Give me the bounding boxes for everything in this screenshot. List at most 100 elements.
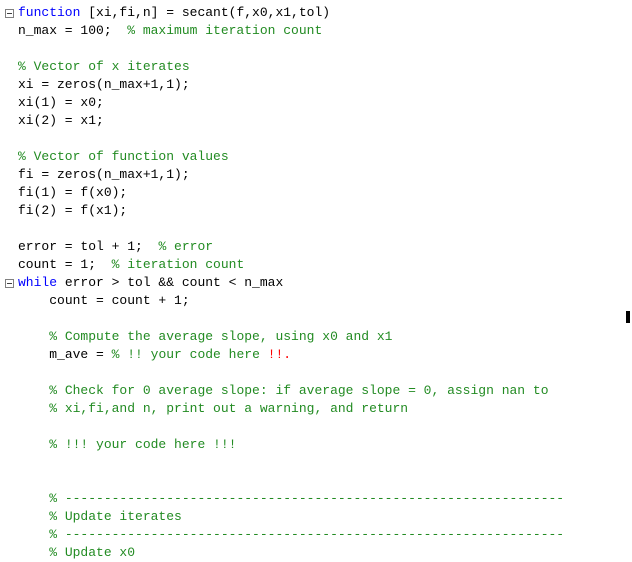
code-line[interactable]: xi = zeros(n_max+1,1);: [0, 76, 632, 94]
code-line[interactable]: [0, 364, 632, 382]
code-content[interactable]: count = count + 1;: [18, 292, 632, 310]
error-token: !!.: [268, 347, 291, 362]
gutter: [0, 184, 18, 202]
code-content[interactable]: fi(2) = f(x1);: [18, 202, 632, 220]
code-content[interactable]: fi(1) = f(x0);: [18, 184, 632, 202]
gutter: [0, 148, 18, 166]
gutter: [0, 112, 18, 130]
comment-token: % Compute the average slope, using x0 an…: [49, 329, 392, 344]
text-token: xi(2) = x1;: [18, 113, 104, 128]
gutter: [0, 418, 18, 436]
text-token: n_max = 100;: [18, 23, 127, 38]
code-line[interactable]: [0, 472, 632, 490]
code-line[interactable]: function [xi,fi,n] = secant(f,x0,x1,tol): [0, 4, 632, 22]
code-line[interactable]: while error > tol && count < n_max: [0, 274, 632, 292]
code-content[interactable]: n_max = 100; % maximum iteration count: [18, 22, 632, 40]
code-line[interactable]: error = tol + 1; % error: [0, 238, 632, 256]
code-line[interactable]: fi(1) = f(x0);: [0, 184, 632, 202]
gutter: [0, 472, 18, 490]
code-line[interactable]: % Vector of x iterates: [0, 58, 632, 76]
gutter: [0, 436, 18, 454]
code-line[interactable]: count = 1; % iteration count: [0, 256, 632, 274]
gutter: [0, 382, 18, 400]
comment-token: % Check for 0 average slope: if average …: [49, 383, 548, 398]
code-content[interactable]: error = tol + 1; % error: [18, 238, 632, 256]
gutter: [0, 238, 18, 256]
code-line[interactable]: [0, 130, 632, 148]
code-content[interactable]: % Update iterates: [18, 508, 632, 526]
gutter: [0, 166, 18, 184]
code-content[interactable]: m_ave = % !! your code here !!.: [18, 346, 632, 364]
comment-token: % iteration count: [112, 257, 245, 272]
code-line[interactable]: % --------------------------------------…: [0, 490, 632, 508]
code-content[interactable]: % xi,fi,and n, print out a warning, and …: [18, 400, 632, 418]
gutter: [0, 292, 18, 310]
keyword-token: while: [18, 275, 57, 290]
gutter: [0, 58, 18, 76]
code-content[interactable]: % !!! your code here !!!: [18, 436, 632, 454]
code-line[interactable]: [0, 310, 632, 328]
text-token: [xi,fi,n] = secant(f,x0,x1,tol): [80, 5, 330, 20]
code-line[interactable]: % xi,fi,and n, print out a warning, and …: [0, 400, 632, 418]
code-line[interactable]: % Check for 0 average slope: if average …: [0, 382, 632, 400]
gutter: [0, 4, 18, 22]
gutter: [0, 40, 18, 58]
code-line[interactable]: % Update x0: [0, 544, 632, 562]
text-token: fi = zeros(n_max+1,1);: [18, 167, 190, 182]
code-editor[interactable]: function [xi,fi,n] = secant(f,x0,x1,tol)…: [0, 0, 632, 562]
text-token: xi = zeros(n_max+1,1);: [18, 77, 190, 92]
code-line[interactable]: n_max = 100; % maximum iteration count: [0, 22, 632, 40]
text-token: count = count + 1;: [49, 293, 189, 308]
code-line[interactable]: [0, 40, 632, 58]
text-token: error = tol + 1;: [18, 239, 158, 254]
code-content[interactable]: fi = zeros(n_max+1,1);: [18, 166, 632, 184]
code-line[interactable]: fi = zeros(n_max+1,1);: [0, 166, 632, 184]
gutter: [0, 256, 18, 274]
gutter: [0, 490, 18, 508]
gutter: [0, 544, 18, 562]
gutter: [0, 274, 18, 292]
code-content[interactable]: % Check for 0 average slope: if average …: [18, 382, 632, 400]
code-content[interactable]: xi(2) = x1;: [18, 112, 632, 130]
gutter: [0, 508, 18, 526]
code-line[interactable]: xi(1) = x0;: [0, 94, 632, 112]
fold-minus-icon[interactable]: [5, 9, 14, 18]
text-token: m_ave =: [49, 347, 111, 362]
code-line[interactable]: count = count + 1;: [0, 292, 632, 310]
code-line[interactable]: [0, 220, 632, 238]
code-content[interactable]: % --------------------------------------…: [18, 490, 632, 508]
code-line[interactable]: [0, 454, 632, 472]
comment-token: % !! your code here: [112, 347, 268, 362]
comment-token: % Vector of x iterates: [18, 59, 190, 74]
code-line[interactable]: % !!! your code here !!!: [0, 436, 632, 454]
code-content[interactable]: count = 1; % iteration count: [18, 256, 632, 274]
text-token: fi(1) = f(x0);: [18, 185, 127, 200]
code-content[interactable]: % Vector of x iterates: [18, 58, 632, 76]
gutter: [0, 526, 18, 544]
code-content[interactable]: function [xi,fi,n] = secant(f,x0,x1,tol): [18, 4, 632, 22]
code-content[interactable]: % Compute the average slope, using x0 an…: [18, 328, 632, 346]
code-line[interactable]: % Compute the average slope, using x0 an…: [0, 328, 632, 346]
code-line[interactable]: % Update iterates: [0, 508, 632, 526]
code-content[interactable]: xi = zeros(n_max+1,1);: [18, 76, 632, 94]
gutter: [0, 310, 18, 328]
text-token: error > tol && count < n_max: [57, 275, 283, 290]
code-line[interactable]: [0, 418, 632, 436]
code-line[interactable]: xi(2) = x1;: [0, 112, 632, 130]
gutter: [0, 130, 18, 148]
code-content[interactable]: % Vector of function values: [18, 148, 632, 166]
text-token: xi(1) = x0;: [18, 95, 104, 110]
keyword-token: function: [18, 5, 80, 20]
code-content[interactable]: % Update x0: [18, 544, 632, 562]
fold-minus-icon[interactable]: [5, 279, 14, 288]
comment-token: % Update x0: [49, 545, 135, 560]
text-token: fi(2) = f(x1);: [18, 203, 127, 218]
code-content[interactable]: % --------------------------------------…: [18, 526, 632, 544]
code-line[interactable]: % --------------------------------------…: [0, 526, 632, 544]
comment-token: % Update iterates: [49, 509, 182, 524]
code-line[interactable]: % Vector of function values: [0, 148, 632, 166]
code-line[interactable]: fi(2) = f(x1);: [0, 202, 632, 220]
code-content[interactable]: while error > tol && count < n_max: [18, 274, 632, 292]
code-content[interactable]: xi(1) = x0;: [18, 94, 632, 112]
code-line[interactable]: m_ave = % !! your code here !!.: [0, 346, 632, 364]
